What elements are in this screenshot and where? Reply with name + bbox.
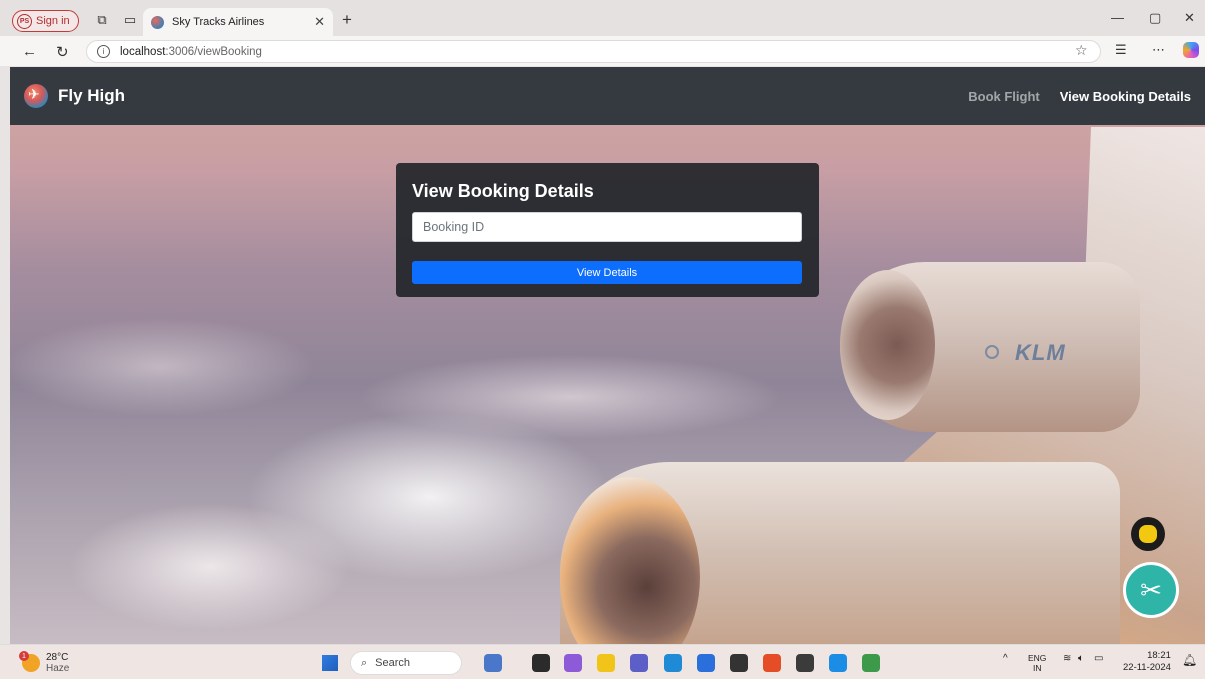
browser-tab-active[interactable]: Sky Tracks Airlines ✕: [143, 8, 333, 36]
restore-icon[interactable]: ▢: [1149, 10, 1161, 26]
weather-widget[interactable]: 1 28°C Haze: [19, 651, 70, 674]
brand-name: Fly High: [58, 86, 126, 105]
more-options-icon[interactable]: ⋯: [1152, 42, 1165, 58]
tab-actions-icon[interactable]: ▭: [122, 12, 138, 28]
language-code: ENG: [1028, 653, 1047, 663]
nav-book-flight[interactable]: Book Flight: [968, 89, 1040, 104]
region-code: IN: [1032, 663, 1042, 673]
database-settings-button[interactable]: [1131, 517, 1165, 551]
file-explorer-icon[interactable]: [597, 654, 615, 672]
airline-logo-icon: [24, 84, 48, 108]
search-icon: ⌕: [361, 656, 368, 669]
app-viewport: KLM Fly High Book Flight View Booking De…: [10, 67, 1205, 644]
booking-id-input[interactable]: [412, 212, 802, 242]
engine-intake: [840, 270, 935, 420]
weather-temperature: 28°C: [46, 652, 69, 663]
notification-bell-icon[interactable]: 🔔︎: [1182, 653, 1197, 667]
tray-overflow-icon[interactable]: ^: [1003, 653, 1008, 664]
url-path: :3006/viewBooking: [165, 45, 262, 58]
store-icon[interactable]: [697, 654, 715, 672]
windows-taskbar: 1 28°C Haze ⌕ Search ^ ENG IN ≋ 🔈︎ ▭ 18:…: [0, 644, 1205, 679]
browser-tab-bar: PS Sign in ⧉ ▭ Sky Tracks Airlines ✕ + —…: [0, 0, 1205, 36]
profile-button[interactable]: PS Sign in: [12, 10, 79, 32]
clock-date: 22-11-2024: [1123, 662, 1171, 673]
battery-icon[interactable]: ▭: [1094, 653, 1103, 664]
profile-sign-in-label: Sign in: [36, 15, 70, 27]
app-navbar: Fly High Book Flight View Booking Detail…: [10, 67, 1205, 125]
language-indicator[interactable]: ENG IN: [1028, 653, 1046, 673]
tab-favicon-icon: [151, 15, 164, 29]
wrench-screwdriver-icon: ✂: [1140, 574, 1162, 605]
engine-lower-image: [560, 462, 1120, 644]
engine-upper-image: KLM: [840, 262, 1140, 432]
chrome-icon[interactable]: [763, 654, 781, 672]
back-icon[interactable]: ←: [22, 43, 37, 60]
copilot-icon[interactable]: [1183, 42, 1199, 58]
mongodb-icon[interactable]: [862, 654, 880, 672]
nav-links: Book Flight View Booking Details: [968, 89, 1191, 104]
taskbar-search[interactable]: ⌕ Search: [350, 651, 462, 675]
site-info-icon[interactable]: i: [97, 45, 110, 58]
teams-icon[interactable]: [630, 654, 648, 672]
nav-view-booking-details[interactable]: View Booking Details: [1060, 89, 1191, 104]
url-input[interactable]: i localhost:3006/viewBooking: [86, 40, 1101, 63]
edge-icon[interactable]: [664, 654, 682, 672]
brand-link[interactable]: Fly High: [24, 84, 125, 108]
view-booking-card: View Booking Details View Details: [396, 163, 819, 297]
copilot-app-icon[interactable]: [564, 654, 582, 672]
tab-title: Sky Tracks Airlines: [172, 16, 265, 28]
weather-sun-icon: 1: [19, 651, 40, 672]
ge-logo-icon: [985, 345, 999, 359]
wifi-icon[interactable]: ≋: [1063, 653, 1071, 664]
taskbar-search-label: Search: [375, 657, 411, 669]
tools-button[interactable]: ✂: [1123, 562, 1179, 618]
tab-close-icon[interactable]: ✕: [314, 14, 325, 30]
weather-condition: Haze: [46, 663, 70, 674]
taskbar-app-icon[interactable]: [484, 654, 502, 672]
vscode-icon[interactable]: [829, 654, 847, 672]
database-icon: [1139, 525, 1157, 543]
task-view-icon[interactable]: [532, 654, 550, 672]
browser-address-bar: ← ↻ i localhost:3006/viewBooking: [0, 36, 1205, 66]
favorite-star-icon[interactable]: ☆: [1075, 42, 1088, 59]
clock-time: 18:21: [1147, 650, 1171, 661]
system-clock[interactable]: 18:21 22-11-2024: [1123, 650, 1171, 674]
terminal-icon[interactable]: [796, 654, 814, 672]
windows-start-icon[interactable]: [322, 655, 338, 671]
url-host: localhost: [120, 45, 166, 58]
window-close-icon[interactable]: ✕: [1184, 10, 1195, 26]
new-tab-icon[interactable]: +: [342, 10, 352, 30]
refresh-icon[interactable]: ↻: [56, 43, 69, 61]
weather-alert-badge: 1: [19, 651, 29, 661]
engine-brand-text: KLM: [1015, 340, 1066, 365]
profile-avatar: PS: [17, 13, 32, 29]
dell-icon[interactable]: [730, 654, 748, 672]
collections-icon[interactable]: ⧉: [94, 12, 110, 28]
card-title: View Booking Details: [412, 181, 594, 201]
favorites-list-icon[interactable]: ☰: [1115, 42, 1127, 58]
view-details-button[interactable]: View Details: [412, 261, 802, 284]
minimize-icon[interactable]: —: [1111, 10, 1124, 25]
volume-icon[interactable]: 🔈︎: [1078, 653, 1084, 664]
